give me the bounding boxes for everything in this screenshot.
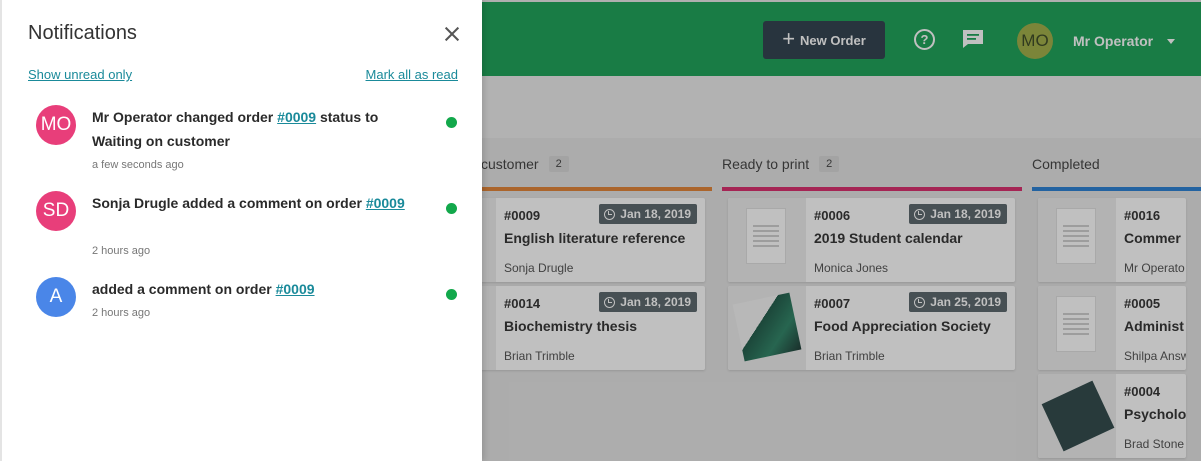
unread-dot-icon[interactable]: [446, 203, 457, 214]
avatar: MO: [36, 105, 76, 145]
notifications-panel: Notifications Show unread only Mark all …: [0, 0, 482, 461]
close-icon[interactable]: [441, 23, 463, 45]
order-link[interactable]: #0009: [277, 109, 316, 125]
show-unread-link[interactable]: Show unread only: [28, 67, 132, 82]
avatar: A: [36, 277, 76, 317]
notification-time: 2 hours ago: [92, 245, 151, 257]
unread-dot-icon[interactable]: [446, 289, 457, 300]
notification-text: added a comment on order #0009: [92, 281, 315, 297]
notification-time: 2 hours ago: [92, 307, 151, 319]
unread-dot-icon[interactable]: [446, 117, 457, 128]
notification-text: Sonja Drugle added a comment on order #0…: [92, 195, 405, 211]
order-link[interactable]: #0009: [366, 195, 405, 211]
panel-title: Notifications: [28, 22, 137, 44]
mark-all-read-link[interactable]: Mark all as read: [366, 67, 458, 82]
notification-time: a few seconds ago: [92, 159, 184, 171]
order-link[interactable]: #0009: [276, 281, 315, 297]
avatar: SD: [36, 191, 76, 231]
notification-text: Mr Operator changed order #0009 status t…: [92, 109, 379, 149]
